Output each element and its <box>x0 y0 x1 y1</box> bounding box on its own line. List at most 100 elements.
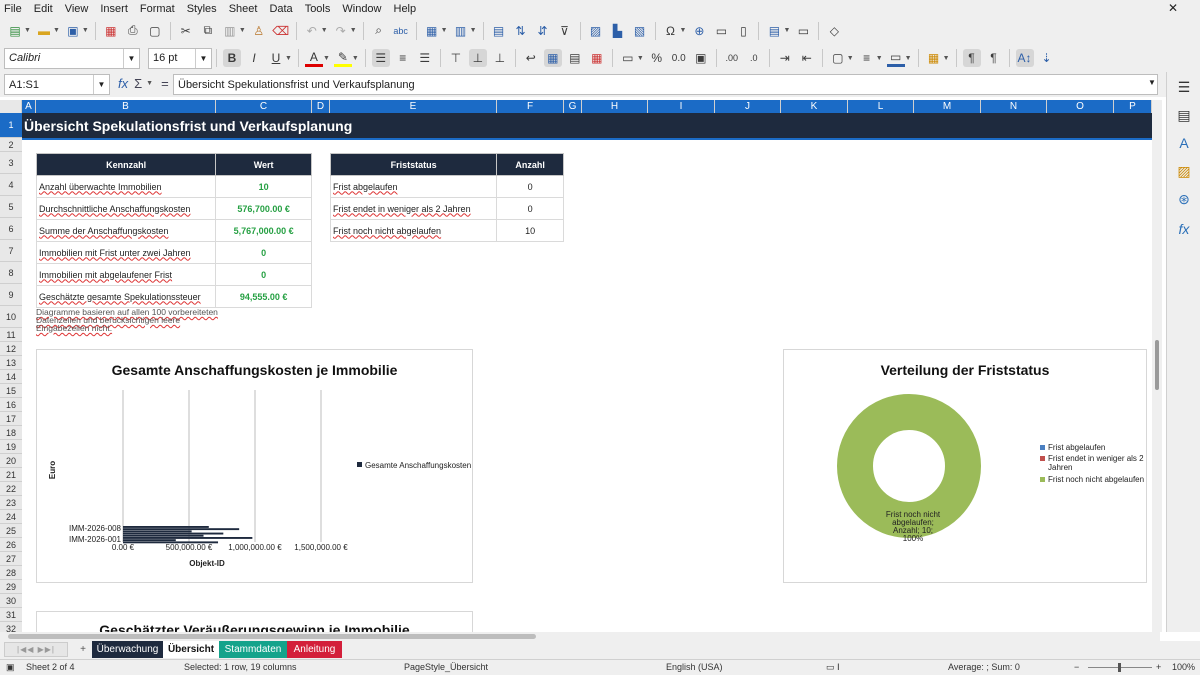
chevron-down-icon[interactable]: ▼ <box>24 27 31 34</box>
print-icon[interactable]: ⎙ <box>124 22 142 40</box>
row-header-10[interactable]: 10 <box>0 306 22 328</box>
kpi-label[interactable]: Summe der Anschaffungskosten <box>35 219 217 242</box>
kpi-label[interactable]: Immobilien mit abgelaufener Frist <box>35 263 217 286</box>
status-label[interactable]: Frist endet in weniger als 2 Jahren <box>329 197 498 220</box>
row-header-12[interactable]: 12 <box>0 342 22 356</box>
freeze-icon[interactable]: ▤ <box>490 22 508 40</box>
row-header-19[interactable]: 19 <box>0 440 22 454</box>
sort-descending-icon[interactable]: ⇵ <box>534 22 552 40</box>
pivot-table-icon[interactable]: ▧ <box>631 22 649 40</box>
align-center-icon[interactable]: ≡ <box>394 49 412 67</box>
chevron-down-icon[interactable]: ▼ <box>53 27 60 34</box>
autofilter-icon[interactable]: ⊽ <box>556 22 574 40</box>
close-document-icon[interactable]: ✕ <box>1168 1 1178 15</box>
align-bottom-icon[interactable]: ⊥ <box>491 49 509 67</box>
navigator-icon[interactable]: ⊛ <box>1175 190 1193 208</box>
new-document-icon[interactable]: ▤ <box>6 22 24 40</box>
row-header-29[interactable]: 29 <box>0 580 22 594</box>
bar[interactable] <box>123 534 204 537</box>
kpi-label[interactable]: Geschätzte gesamte Spekulationssteuer <box>35 285 217 308</box>
sheet-title[interactable]: Übersicht Spekulationsfrist und Verkaufs… <box>22 113 1152 138</box>
row-header-28[interactable]: 28 <box>0 566 22 580</box>
donut-slice[interactable] <box>837 394 981 538</box>
status-label[interactable]: Frist noch nicht abgelaufen <box>329 219 498 242</box>
row-header-11[interactable]: 11 <box>0 328 22 342</box>
row-header-31[interactable]: 31 <box>0 608 22 622</box>
chevron-down-icon[interactable]: ▼ <box>441 27 448 34</box>
add-sheet-icon[interactable]: + <box>76 642 90 657</box>
chevron-down-icon[interactable]: ▼ <box>195 48 211 68</box>
increase-indent-icon[interactable]: ⇥ <box>776 49 794 67</box>
scrollbar-thumb[interactable] <box>1155 340 1159 390</box>
paste-icon[interactable]: ▥ <box>221 22 239 40</box>
row-header-9[interactable]: 9 <box>0 284 22 306</box>
vertical-text-alt-icon[interactable]: ⇣ <box>1038 49 1056 67</box>
border-style-icon[interactable]: ≡ <box>858 49 876 67</box>
row-header-30[interactable]: 30 <box>0 594 22 608</box>
cut-icon[interactable]: ✂ <box>177 22 195 40</box>
kpi-value[interactable]: 10 <box>215 175 312 198</box>
chevron-down-icon[interactable]: ▼ <box>93 75 109 94</box>
print-preview-icon[interactable]: ▢ <box>146 22 164 40</box>
spelling-icon[interactable]: abc <box>392 22 410 40</box>
kpi-header-wert[interactable]: Wert <box>215 153 312 176</box>
chevron-down-icon[interactable]: ▼ <box>470 27 477 34</box>
text-direction-ltr-icon[interactable]: ¶ <box>962 49 981 67</box>
font-size-box[interactable]: 16 pt ▼ <box>148 47 212 69</box>
selection-mode-icon[interactable]: ▭ Ⅰ <box>826 662 840 673</box>
menu-tools[interactable]: Tools <box>305 3 331 15</box>
row-header-6[interactable]: 6 <box>0 218 22 240</box>
conditional-format-icon[interactable]: ▦ <box>925 49 943 67</box>
row-header-20[interactable]: 20 <box>0 454 22 468</box>
properties-icon[interactable]: ▤ <box>1175 106 1193 124</box>
date-format-icon[interactable]: ▣ <box>692 49 710 67</box>
name-box[interactable]: A1:S1 ▼ <box>4 74 110 95</box>
chevron-down-icon[interactable]: ▼ <box>321 27 328 34</box>
status-count[interactable]: 0 <box>496 175 564 198</box>
clone-formatting-icon[interactable]: ♙ <box>250 22 268 40</box>
find-replace-icon[interactable]: ⌕ <box>370 22 388 40</box>
column-header-l[interactable]: L <box>848 100 914 113</box>
page-style[interactable]: PageStyle_Übersicht <box>404 662 488 672</box>
document-modified-icon[interactable]: ▣ <box>6 662 15 673</box>
font-name-box[interactable]: Calibri ▼ <box>4 47 140 69</box>
zoom-slider-thumb[interactable] <box>1118 663 1121 672</box>
add-decimal-icon[interactable]: .00 <box>723 49 741 67</box>
insert-image-icon[interactable]: ▨ <box>587 22 605 40</box>
formula-equals-icon[interactable]: = <box>161 76 169 91</box>
status-label[interactable]: Frist abgelaufen <box>329 175 498 198</box>
chevron-down-icon[interactable]: ▼ <box>82 27 89 34</box>
hyperlink-icon[interactable]: ⊕ <box>690 22 708 40</box>
comment-icon[interactable]: ▭ <box>712 22 730 40</box>
redo-icon[interactable]: ↷ <box>332 22 350 40</box>
row-header-26[interactable]: 26 <box>0 538 22 552</box>
status-count[interactable]: 10 <box>496 219 564 242</box>
column-header-g[interactable]: G <box>564 100 582 113</box>
freeze-rows-columns-icon[interactable]: ▭ <box>794 22 812 40</box>
define-print-area-icon[interactable]: ▤ <box>765 22 783 40</box>
bar[interactable] <box>123 526 209 528</box>
highlight-color-icon[interactable]: ✎ <box>333 49 352 67</box>
row-header-14[interactable]: 14 <box>0 370 22 384</box>
chevron-down-icon[interactable]: ▼ <box>352 55 359 62</box>
align-top-icon[interactable]: ⊤ <box>447 49 465 67</box>
sort-ascending-icon[interactable]: ⇅ <box>512 22 530 40</box>
column-header-p[interactable]: P <box>1114 100 1152 113</box>
styles-icon[interactable]: A <box>1175 134 1193 152</box>
chevron-down-icon[interactable]: ▼ <box>637 55 644 62</box>
chevron-down-icon[interactable]: ▼ <box>146 80 153 87</box>
row-header-25[interactable]: 25 <box>0 524 22 538</box>
sheet-position[interactable]: Sheet 2 of 4 <box>26 662 75 672</box>
open-folder-icon[interactable]: ▬ <box>35 22 53 40</box>
export-pdf-icon[interactable]: ▦ <box>102 22 120 40</box>
unmerge-icon[interactable]: ▤ <box>566 49 584 67</box>
menu-insert[interactable]: Insert <box>100 3 128 15</box>
row-header-8[interactable]: 8 <box>0 262 22 284</box>
tab-anleitung[interactable]: Anleitung <box>287 641 342 658</box>
draw-functions-icon[interactable]: ◇ <box>825 22 843 40</box>
chevron-down-icon[interactable]: ▼ <box>783 27 790 34</box>
chevron-down-icon[interactable]: ▼ <box>123 48 139 68</box>
merge-center-icon[interactable]: ▦ <box>543 49 562 67</box>
column-header-h[interactable]: H <box>582 100 648 113</box>
row-header-24[interactable]: 24 <box>0 510 22 524</box>
